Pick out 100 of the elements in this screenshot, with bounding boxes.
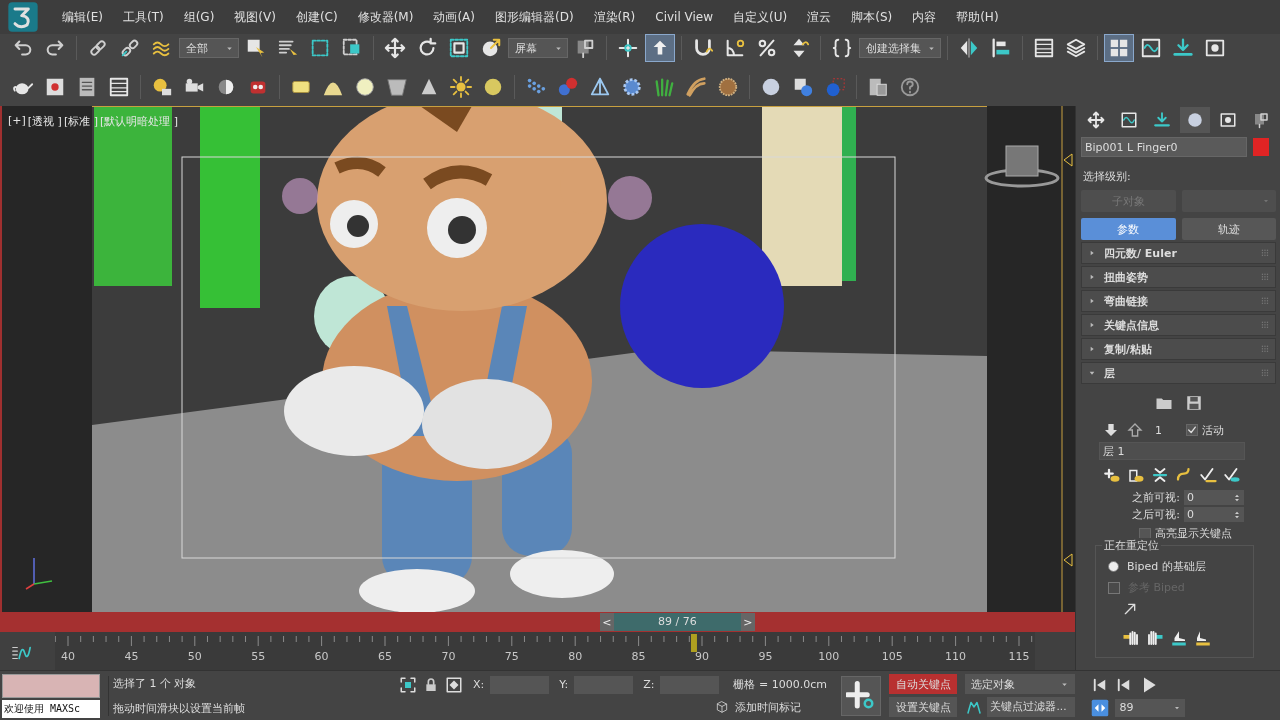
rollout-title: 关键点信息 [1104,317,1160,333]
collapsed-arrow-icon [1088,321,1096,329]
frame-number: 70 [441,650,456,663]
viewport-menu[interactable]: [+] [8,114,26,129]
frame-field[interactable]: 89 [1115,698,1186,717]
up-arrow-icon[interactable] [1127,422,1143,438]
menu-item[interactable]: 帮助(H) [946,8,1009,26]
rollout-header[interactable]: 复制/粘贴 [1081,338,1276,360]
menu-item[interactable]: 图形编辑器(D) [484,8,584,26]
menu-item[interactable]: 创建(C) [285,8,348,26]
menu-item[interactable]: 视图(V) [224,8,286,26]
frame-number: 85 [631,650,646,663]
align-icon [990,37,1012,59]
status-prompt: 选择了 1 个 对象 [113,675,198,691]
spinner-label: 之前可视: [1132,490,1180,505]
menu-item[interactable]: 工具(T) [112,8,174,26]
braces-icon [831,37,853,59]
add-time-tag-link[interactable]: 添加时间标记 [735,699,802,715]
menu-item[interactable]: 渲云 [797,8,842,26]
viewcube-icon[interactable] [984,145,1060,188]
checkmark-icon [1187,425,1197,435]
menu-item[interactable]: Civil View [645,10,724,24]
collapse-layer-icon[interactable] [1151,466,1169,484]
check-layer-icon[interactable] [1223,466,1241,484]
grass-icon [653,76,675,98]
frame-number: 65 [378,650,392,663]
diagonal-arrow-icon[interactable] [1122,601,1138,617]
time-slider-thumb[interactable]: < 89 / 76 > [599,613,755,631]
link-icon [87,37,109,59]
grid-button[interactable] [1104,34,1134,62]
object-name-field[interactable]: Bip001 L Finger0 [1081,137,1247,157]
grab-marker-icon[interactable] [1063,553,1073,567]
down-arrow-icon[interactable] [1103,422,1119,438]
dropdown[interactable]: 创建选择集 [859,38,941,58]
set-key-toggle[interactable]: 设置关键点 [889,697,958,717]
save-icon[interactable] [1184,394,1203,412]
spinner-label: 之后可视: [1132,507,1180,522]
frame-number: 60 [314,650,329,663]
tent-icon [589,76,611,98]
collapsed-arrow-icon [1088,345,1096,353]
maxscript-listener-field[interactable]: 欢迎使用 MAXSc [2,699,100,718]
mode-button[interactable]: 参数 [1081,218,1176,240]
lock-icon[interactable] [423,676,439,693]
viewport-menu[interactable]: [标准 ] [63,114,98,129]
highlight-checkbox[interactable] [1139,527,1151,540]
frame-number: 80 [568,650,583,663]
rollout-header[interactable]: 关键点信息 [1081,314,1276,336]
key-filters-button[interactable]: 关键点过滤器... [987,697,1076,717]
transform-mode-icon[interactable] [445,675,463,694]
document-move-icon [867,76,889,98]
key-mode-dropdown[interactable]: 选定对象 [965,674,1076,694]
frame-number: 55 [251,650,266,663]
add-layer-icon[interactable] [1103,466,1121,484]
rollout-header[interactable]: 扭曲姿势 [1081,266,1276,288]
rollout-header[interactable]: 弯曲链接 [1081,290,1276,312]
active-checkbox[interactable] [1186,424,1198,436]
menu-item[interactable]: 脚本(S) [841,8,903,26]
isolate-selection-icon[interactable] [399,675,417,694]
rollout-header[interactable]: 四元数/ Euler [1081,242,1276,264]
menu-item[interactable]: 自定义(U) [723,8,798,26]
scale-icon [448,37,470,59]
collapsed-arrow-icon [1088,273,1096,281]
check-key-icon[interactable] [1199,466,1217,484]
render-frame-icon [44,76,66,98]
arrow-button[interactable] [645,34,675,62]
radio-button[interactable] [1108,561,1119,572]
grab-marker-icon[interactable] [1063,153,1073,167]
foot-icon[interactable] [1194,629,1212,647]
maxscript-output-field[interactable] [2,673,100,698]
time-config-icon[interactable] [1091,698,1110,717]
foot-icon[interactable] [1170,629,1188,647]
ball-icon [760,76,782,98]
sphere-icon [354,76,376,98]
dropdown[interactable]: 全部 [179,38,239,58]
auto-key-button[interactable]: 自动关键点 [889,674,958,694]
set-key-button[interactable] [841,675,882,716]
mode-button[interactable]: 轨迹 [1181,218,1276,240]
viewport-menu[interactable]: [透视 ] [27,114,62,129]
number-spinner[interactable]: 0 [1184,507,1244,522]
sun-icon [450,76,472,98]
angle-snap-icon [724,37,746,59]
frame-number: 100 [818,650,840,663]
frame-number: 95 [758,650,773,663]
hand-icon[interactable] [1122,629,1140,647]
menu-item[interactable]: 编辑(E) [52,8,113,26]
hand-icon[interactable] [1146,629,1164,647]
menu-item[interactable]: 渲染(R) [583,8,646,26]
table-icon [108,76,130,98]
disc-icon [482,76,504,98]
layer-name-field[interactable]: 层 1 [1099,442,1245,460]
menu-item[interactable]: 组(G) [173,8,225,26]
rollout-title: 扭曲姿势 [1104,269,1149,285]
object-color-swatch[interactable] [1253,138,1269,156]
rollout-header[interactable]: 层 [1081,362,1276,384]
menu-item[interactable]: 内容 [902,8,947,26]
previous-frame-button[interactable]: < [599,613,614,631]
number-spinner[interactable]: 0 [1184,490,1244,505]
menu-item[interactable]: 动画(A) [423,8,485,26]
dropdown[interactable]: 屏幕 [508,38,568,58]
menu-item[interactable]: 修改器(M) [347,8,424,26]
